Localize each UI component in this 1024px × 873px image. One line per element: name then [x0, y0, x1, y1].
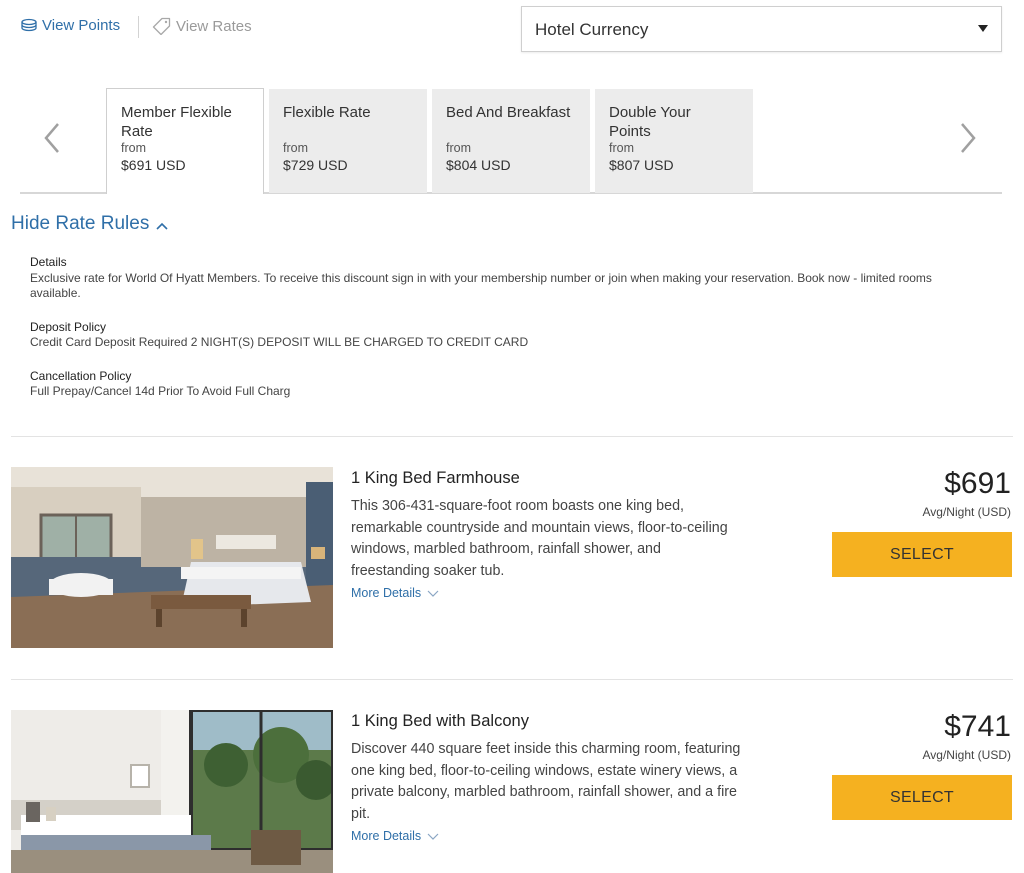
rate-tab-strip: Member Flexible Rate from $691 USD Flexi… [20, 88, 1002, 194]
rate-tab-price: $804 USD [446, 157, 511, 173]
rate-tab-from: from [446, 141, 471, 155]
rate-tab-name: Bed And Breakfast [446, 104, 571, 121]
room-card: 1 King Bed Farmhouse This 306-431-square… [11, 467, 1013, 649]
view-rates-link[interactable]: View Rates [152, 17, 252, 35]
rate-tab-bed-and-breakfast[interactable]: Bed And Breakfast from $804 USD [432, 89, 590, 193]
chevron-left-icon [44, 123, 59, 153]
room-card: 1 King Bed with Balcony Discover 440 squ… [11, 710, 1013, 873]
rate-tab-name: Flexible Rate [283, 104, 371, 121]
rate-tab-price: $729 USD [283, 157, 348, 173]
more-details-link[interactable]: More Details [351, 829, 439, 843]
more-details-link[interactable]: More Details [351, 586, 439, 600]
currency-select[interactable]: Hotel Currency [521, 6, 1002, 52]
room-description: This 306-431-square-foot room boasts one… [351, 498, 728, 580]
rate-tab-name: Double Your Points [609, 104, 691, 140]
rate-tab-double-points[interactable]: Double Your Points from $807 USD [595, 89, 753, 193]
rate-tab-name: Member Flexible Rate [121, 104, 232, 140]
more-details-label: More Details [351, 586, 422, 600]
room-price-note: Avg/Night (USD) [922, 748, 1011, 762]
rule-heading: Cancellation Policy [30, 368, 132, 383]
select-room-button[interactable]: SELECT [832, 775, 1012, 820]
room-photo-farmhouse[interactable] [11, 467, 333, 648]
chevron-up-icon [156, 222, 168, 230]
room-name: 1 King Bed Farmhouse [351, 469, 520, 487]
rate-rules: Details Exclusive rate for World Of Hyat… [30, 255, 980, 418]
hide-rate-rules-toggle[interactable]: Hide Rate Rules [11, 213, 168, 235]
rule-text: Full Prepay/Cancel 14d Prior To Avoid Fu… [30, 384, 291, 398]
view-points-link[interactable]: View Points [20, 17, 120, 34]
rate-tab-member-flexible[interactable]: Member Flexible Rate from $691 USD [106, 88, 264, 194]
rule-heading: Details [30, 255, 67, 269]
coins-icon [21, 18, 37, 31]
room-photo-image [11, 710, 333, 873]
room-name: 1 King Bed with Balcony [351, 712, 529, 730]
details-rule: Details Exclusive rate for World Of Hyat… [30, 255, 980, 302]
room-photo-balcony[interactable] [11, 710, 333, 873]
rate-tab-price: $807 USD [609, 157, 674, 173]
select-room-button[interactable]: SELECT [832, 532, 1012, 577]
room-price-note: Avg/Night (USD) [922, 505, 1011, 519]
chevron-down-icon [427, 590, 439, 597]
chevron-down-icon [427, 833, 439, 840]
rule-heading: Deposit Policy [30, 319, 107, 334]
room-photo-image [11, 467, 333, 648]
section-divider [11, 679, 1013, 680]
cancellation-rule: Cancellation Policy Full Prepay/Cancel 1… [30, 369, 980, 400]
deposit-rule: Deposit Policy Credit Card Deposit Requi… [30, 320, 980, 351]
rate-tab-from: from [283, 141, 308, 155]
rate-tab-price: $691 USD [121, 157, 186, 173]
tag-icon [152, 17, 171, 35]
room-price: $691 [944, 467, 1011, 500]
more-details-label: More Details [351, 829, 422, 843]
room-description: Discover 440 square feet inside this cha… [351, 741, 741, 823]
view-points-label: View Points [42, 17, 121, 34]
rate-tab-flexible[interactable]: Flexible Rate from $729 USD [269, 89, 427, 193]
rates-prev-arrow[interactable] [38, 118, 68, 158]
top-bar: View Points View Rates Hotel Currency [0, 0, 1024, 60]
rate-tab-from: from [121, 141, 146, 155]
section-divider [11, 436, 1013, 437]
rate-tab-from: from [609, 141, 634, 155]
dropdown-caret-icon [978, 25, 988, 32]
currency-select-value: Hotel Currency [535, 20, 649, 39]
chevron-right-icon [961, 123, 976, 153]
rule-text: Credit Card Deposit Required 2 NIGHT(S) … [30, 335, 529, 349]
top-separator [138, 16, 139, 38]
room-price: $741 [944, 710, 1011, 743]
rule-text: Exclusive rate for World Of Hyatt Member… [30, 270, 932, 301]
rates-next-arrow[interactable] [952, 118, 982, 158]
hide-rate-rules-label: Hide Rate Rules [11, 213, 150, 234]
view-rates-label: View Rates [176, 17, 252, 35]
